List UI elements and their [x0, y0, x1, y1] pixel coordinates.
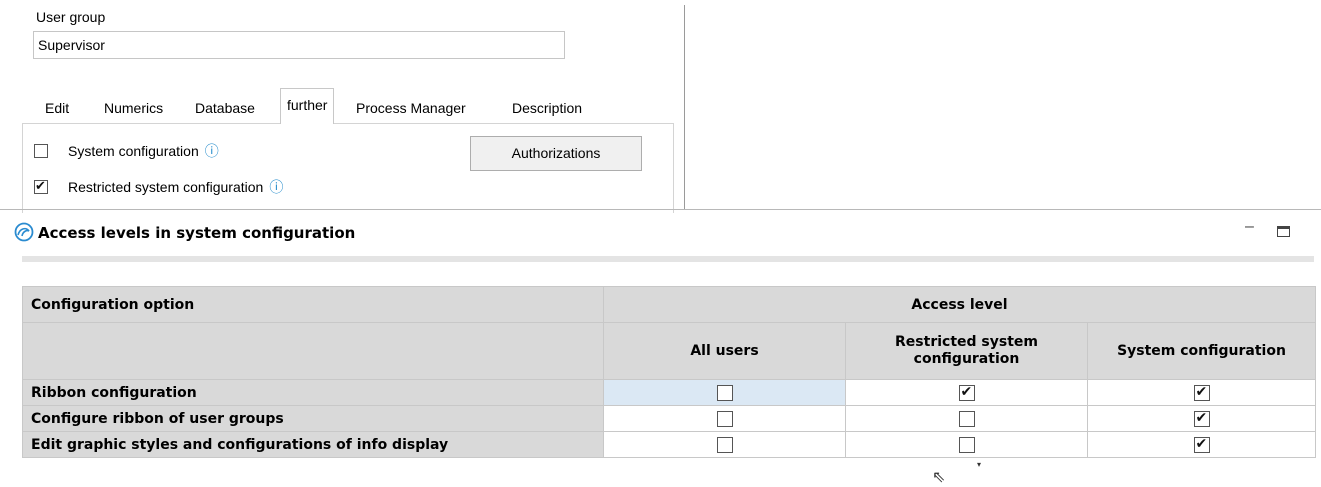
cell-checkbox[interactable] [845, 431, 1088, 458]
info-icon[interactable]: ⓘ [205, 141, 219, 161]
restricted-configuration-option[interactable]: Restricted system configuration ⓘ [34, 177, 283, 197]
tab-numerics[interactable]: Numerics [104, 91, 163, 124]
access-level-table: Configuration option Access level All us… [22, 286, 1316, 458]
restricted-configuration-checkbox[interactable] [34, 178, 48, 194]
level-system: System configuration [1087, 322, 1316, 380]
tab-process-manager[interactable]: Process Manager [356, 91, 466, 124]
tab-further[interactable]: further [280, 88, 335, 124]
cell-checkbox[interactable] [1087, 379, 1316, 406]
app-swirl-icon [14, 222, 34, 242]
system-configuration-checkbox[interactable] [34, 144, 48, 158]
mouse-cursor-icon: ⇖ [932, 469, 946, 486]
level-all-users: All users [603, 322, 846, 380]
column-header-option: Configuration option [22, 286, 604, 323]
tab-database[interactable]: Database [195, 91, 255, 124]
restricted-configuration-label: Restricted system configuration [68, 179, 264, 195]
cell-checkbox[interactable] [603, 431, 846, 458]
cell-checkbox[interactable] [603, 379, 846, 406]
user-group-field[interactable]: Supervisor [33, 31, 565, 59]
table-row: Edit graphic styles and configurations o… [22, 431, 1316, 458]
user-group-label: User group [36, 9, 106, 25]
cell-checkbox[interactable] [845, 405, 1088, 432]
authorizations-button[interactable]: Authorizations [470, 136, 642, 171]
maximize-icon[interactable] [1277, 226, 1290, 237]
system-configuration-option[interactable]: System configuration ⓘ [34, 141, 219, 161]
window-title: Access levels in system configuration [38, 224, 356, 242]
row-label: Edit graphic styles and configurations o… [22, 431, 604, 458]
minimize-icon[interactable]: – [1245, 218, 1254, 236]
table-row: Configure ribbon of user groups [22, 405, 1316, 432]
column-header-access-level: Access level [603, 286, 1316, 323]
window-header-bar [22, 256, 1314, 262]
info-icon[interactable]: ⓘ [269, 177, 283, 197]
header-spacer [22, 322, 604, 380]
row-label: Configure ribbon of user groups [22, 405, 604, 432]
cell-checkbox[interactable] [1087, 431, 1316, 458]
dropdown-marker-icon: ▾ [977, 460, 982, 469]
tab-edit[interactable]: Edit [45, 91, 69, 124]
cell-checkbox[interactable] [845, 379, 1088, 406]
cell-checkbox[interactable] [1087, 405, 1316, 432]
table-row: Ribbon configuration [22, 379, 1316, 406]
tab-description[interactable]: Description [512, 91, 582, 124]
system-configuration-label: System configuration [68, 143, 199, 159]
section-divider [0, 209, 1321, 210]
panel-divider [684, 5, 685, 210]
row-label: Ribbon configuration [22, 379, 604, 406]
cell-checkbox[interactable] [603, 405, 846, 432]
level-restricted: Restricted system configuration [845, 322, 1088, 380]
